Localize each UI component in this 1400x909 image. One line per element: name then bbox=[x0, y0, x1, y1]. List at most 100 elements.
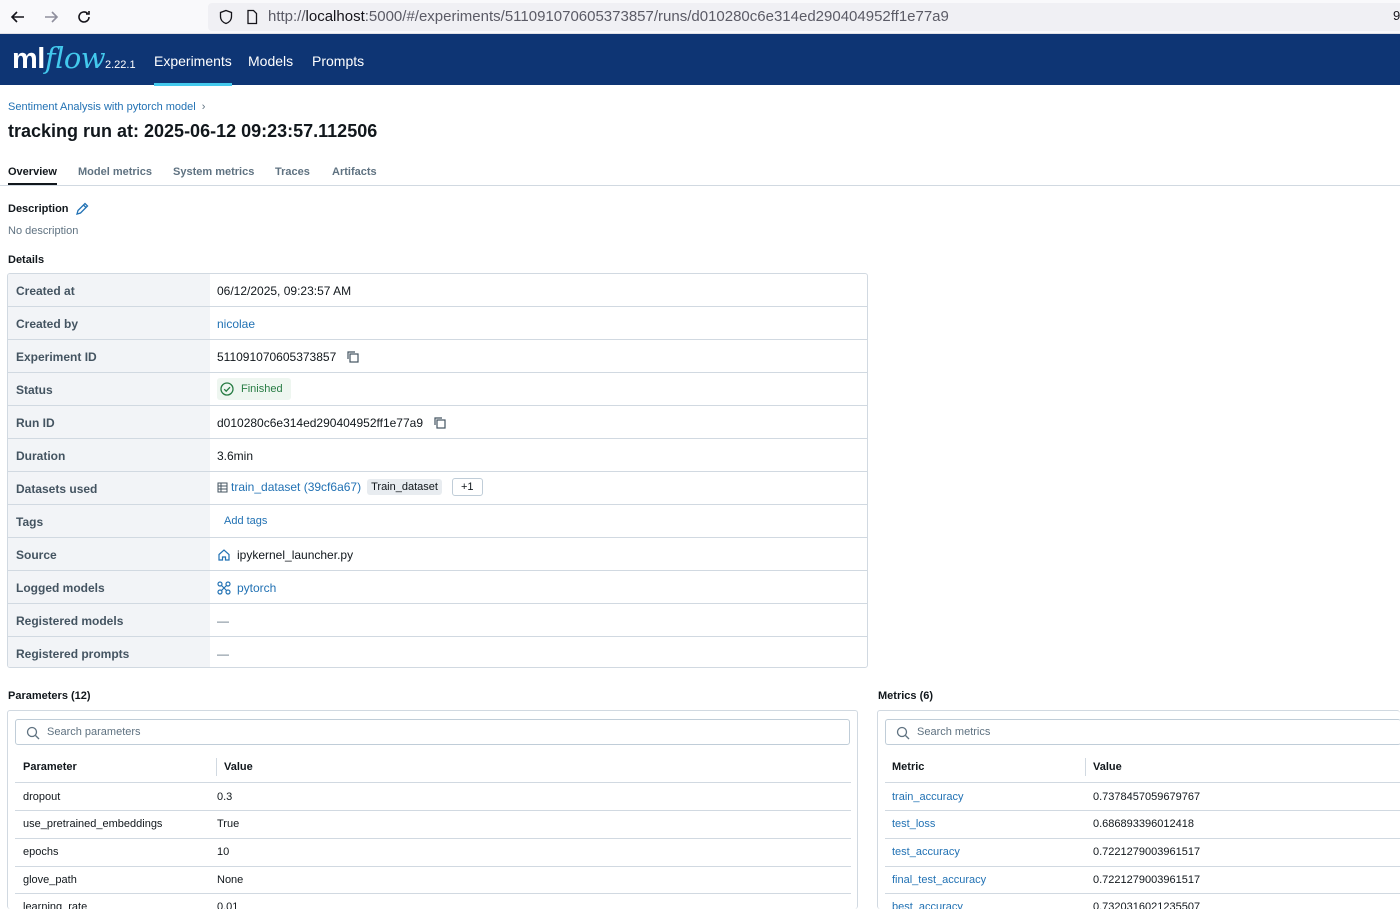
details-row-tags: Tags Add tags bbox=[8, 505, 867, 538]
check-circle-icon bbox=[220, 382, 234, 396]
details-label-experiment-id: Experiment ID bbox=[8, 340, 210, 372]
tab-model-metrics[interactable]: Model metrics bbox=[78, 166, 152, 178]
search-metrics-input[interactable]: Search metrics bbox=[885, 719, 1400, 745]
row-divider bbox=[885, 893, 1400, 894]
pencil-icon[interactable] bbox=[74, 201, 90, 217]
home-icon bbox=[218, 549, 230, 561]
add-tags-button[interactable]: Add tags bbox=[224, 515, 267, 527]
search-metrics-placeholder: Search metrics bbox=[917, 726, 991, 738]
details-row-status: Status Finished bbox=[8, 373, 867, 406]
details-row-created-at: Created at 06/12/2025, 09:23:57 AM bbox=[8, 274, 867, 307]
column-divider bbox=[1085, 758, 1086, 776]
search-icon bbox=[26, 726, 40, 740]
param-name: use_pretrained_embeddings bbox=[23, 818, 163, 830]
details-label-duration: Duration bbox=[8, 439, 210, 471]
forward-arrow-icon[interactable] bbox=[39, 5, 63, 29]
details-label-logged-models: Logged models bbox=[8, 571, 210, 603]
nav-models[interactable]: Models bbox=[248, 53, 293, 69]
details-label-created-at: Created at bbox=[8, 274, 210, 306]
run-id-value: d010280c6e314ed290404952ff1e77a9 bbox=[217, 416, 447, 430]
registered-prompts-value: — bbox=[217, 647, 229, 661]
created-at-value: 06/12/2025, 09:23:57 AM bbox=[217, 284, 352, 298]
row-divider bbox=[15, 866, 851, 867]
source-text: ipykernel_launcher.py bbox=[237, 548, 354, 562]
metrics-panel: Search metrics Metric Value train_accura… bbox=[877, 710, 1400, 909]
details-label-registered-models: Registered models bbox=[8, 604, 210, 636]
metric-value-column-header[interactable]: Value bbox=[1093, 761, 1122, 773]
param-name: epochs bbox=[23, 846, 59, 858]
more-datasets-button[interactable]: +1 bbox=[451, 478, 483, 496]
details-row-created-by: Created by nicolae bbox=[8, 307, 867, 340]
shield-icon[interactable] bbox=[218, 9, 234, 25]
description-label: Description bbox=[8, 203, 69, 215]
back-arrow-icon[interactable] bbox=[6, 5, 30, 29]
row-divider bbox=[15, 810, 851, 811]
metric-link[interactable]: train_accuracy bbox=[892, 791, 964, 803]
header-divider bbox=[15, 782, 851, 783]
duration-value: 3.6min bbox=[217, 449, 254, 463]
details-row-registered-prompts: Registered prompts — bbox=[8, 637, 867, 667]
copy-icon[interactable] bbox=[433, 416, 447, 430]
dataset-link[interactable]: train_dataset (39cf6a67) bbox=[231, 480, 361, 494]
details-table: Created at 06/12/2025, 09:23:57 AM Creat… bbox=[7, 273, 868, 668]
model-icon bbox=[217, 581, 231, 595]
parameters-panel: Search parameters Parameter Value dropou… bbox=[7, 710, 858, 909]
nav-prompts[interactable]: Prompts bbox=[312, 53, 364, 69]
tab-system-metrics[interactable]: System metrics bbox=[173, 166, 254, 178]
source-value: ipykernel_launcher.py bbox=[217, 548, 353, 562]
breadcrumb-experiment-link[interactable]: Sentiment Analysis with pytorch model bbox=[8, 101, 196, 113]
tab-artifacts[interactable]: Artifacts bbox=[332, 166, 377, 178]
reload-icon[interactable] bbox=[72, 5, 96, 29]
metric-link[interactable]: test_accuracy bbox=[892, 846, 960, 858]
column-divider bbox=[216, 758, 217, 776]
status-badge: Finished bbox=[217, 378, 291, 400]
search-icon bbox=[896, 726, 910, 740]
address-bar[interactable]: http://localhost:5000/#/experiments/5110… bbox=[208, 3, 1400, 31]
metric-value: 0.7320316021235507 bbox=[1093, 901, 1201, 909]
header-divider bbox=[885, 782, 1400, 783]
metric-link[interactable]: test_loss bbox=[892, 818, 935, 830]
page-title: tracking run at: 2025-06-12 09:23:57.112… bbox=[8, 121, 378, 141]
experiment-id-value: 511091070605373857 bbox=[217, 350, 360, 364]
created-by-link[interactable]: nicolae bbox=[217, 317, 255, 331]
logged-models-value: pytorch bbox=[217, 581, 276, 595]
nav-experiments[interactable]: Experiments bbox=[154, 53, 232, 86]
parameter-value-column-header[interactable]: Value bbox=[224, 761, 253, 773]
metric-value: 0.7378457059679767 bbox=[1093, 791, 1201, 803]
details-label-tags: Tags bbox=[8, 505, 210, 537]
row-divider bbox=[15, 893, 851, 894]
tab-traces[interactable]: Traces bbox=[275, 166, 310, 178]
description-value: No description bbox=[8, 225, 79, 237]
url-text[interactable]: http://localhost:5000/#/experiments/5110… bbox=[268, 8, 949, 25]
app-header: mlflow 2.22.1 Experiments Models Prompts bbox=[0, 34, 1400, 86]
run-id-text: d010280c6e314ed290404952ff1e77a9 bbox=[217, 416, 423, 430]
logged-model-link[interactable]: pytorch bbox=[237, 581, 276, 595]
param-name: learning_rate bbox=[23, 901, 88, 909]
metric-link[interactable]: best_accuracy bbox=[892, 901, 963, 909]
metric-link[interactable]: final_test_accuracy bbox=[892, 874, 986, 886]
browser-toolbar: http://localhost:5000/#/experiments/5110… bbox=[0, 0, 1400, 34]
datasets-value: train_dataset (39cf6a67) Train_dataset +… bbox=[217, 478, 483, 496]
metric-column-header[interactable]: Metric bbox=[892, 761, 924, 773]
mlflow-logo[interactable]: mlflow bbox=[12, 41, 106, 76]
details-label-registered-prompts: Registered prompts bbox=[8, 637, 210, 667]
details-row-source: Source ipykernel_launcher.py bbox=[8, 538, 867, 571]
toolbar-edge-glyph: 9 bbox=[1393, 8, 1400, 23]
metrics-title: Metrics (6) bbox=[878, 690, 934, 702]
param-value: True bbox=[217, 818, 240, 830]
tab-overview[interactable]: Overview bbox=[8, 166, 57, 185]
page-icon[interactable] bbox=[244, 9, 260, 25]
row-divider bbox=[885, 838, 1400, 839]
breadcrumb: Sentiment Analysis with pytorch model › bbox=[8, 101, 205, 113]
copy-icon[interactable] bbox=[346, 350, 360, 364]
status-text: Finished bbox=[241, 383, 283, 395]
parameter-column-header[interactable]: Parameter bbox=[23, 761, 77, 773]
details-row-logged-models: Logged models pytorch bbox=[8, 571, 867, 604]
details-row-datasets: Datasets used train_dataset (39cf6a67) T… bbox=[8, 472, 867, 505]
param-value: 0.01 bbox=[217, 901, 239, 909]
details-label-datasets: Datasets used bbox=[8, 472, 210, 504]
details-row-duration: Duration 3.6min bbox=[8, 439, 867, 472]
details-label-source: Source bbox=[8, 538, 210, 570]
search-parameters-input[interactable]: Search parameters bbox=[15, 719, 850, 745]
metric-value: 0.7221279003961517 bbox=[1093, 874, 1201, 886]
